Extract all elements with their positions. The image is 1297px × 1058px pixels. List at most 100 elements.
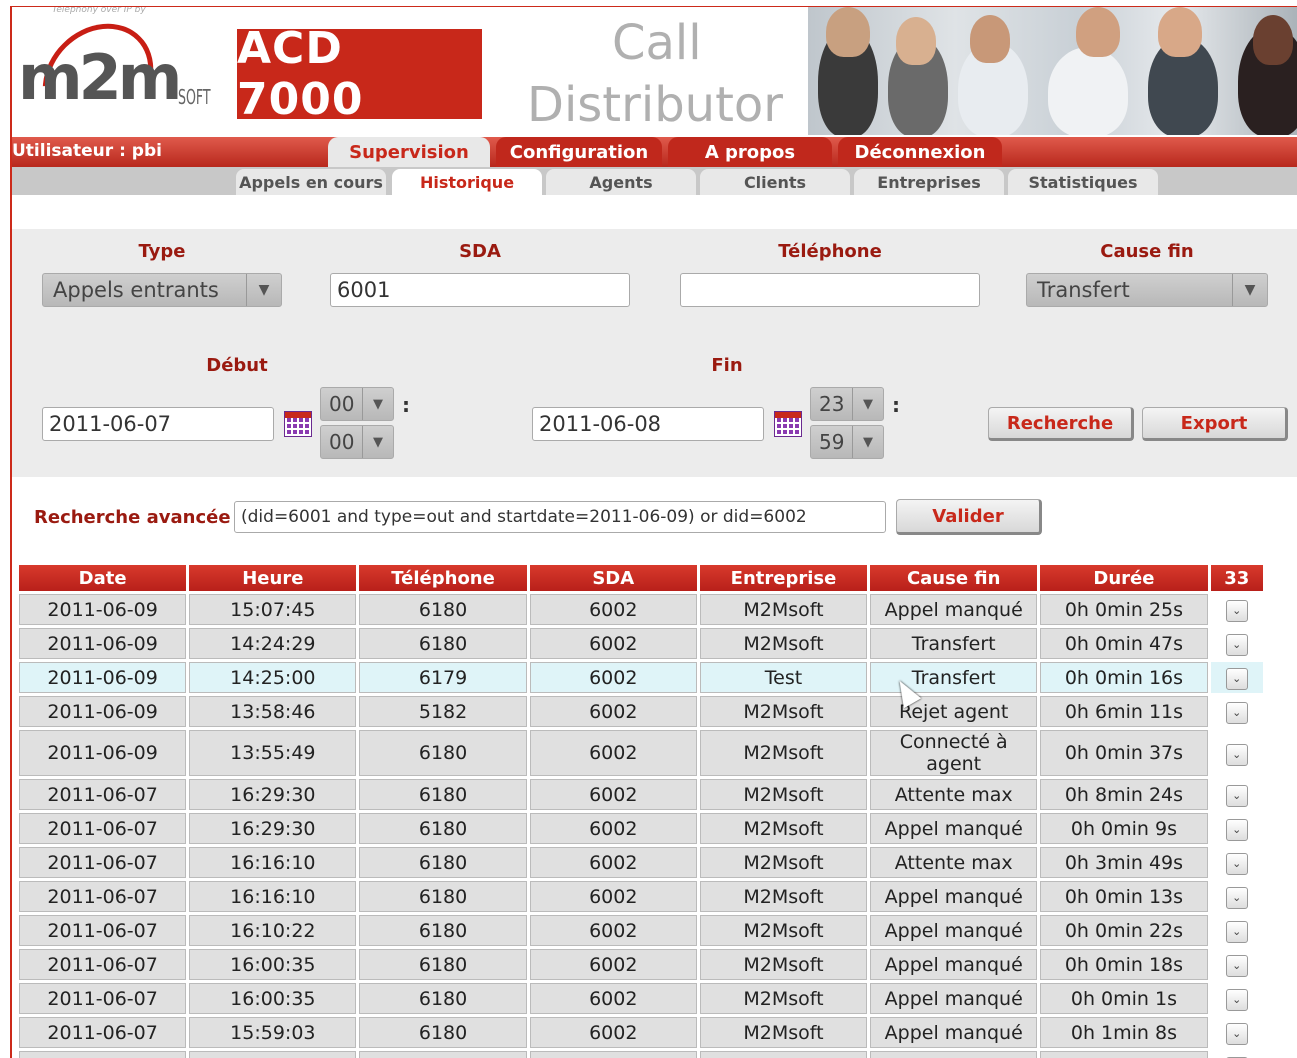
table-cell: Appel manqué: [870, 813, 1038, 844]
table-cell: 6180: [359, 730, 527, 776]
col-sda[interactable]: SDA: [529, 565, 697, 591]
debut-hour-value: 00: [329, 392, 355, 416]
table-row[interactable]: 2011-06-0715:58:4761806002M2MsoftAppel m…: [19, 1051, 1263, 1058]
advanced-search-input[interactable]: (did=6001 and type=out and startdate=201…: [234, 501, 886, 533]
dropdown-arrow-icon: ▼: [852, 388, 883, 420]
col-date[interactable]: Date: [19, 565, 187, 591]
debut-hour-select[interactable]: 00 ▼: [320, 387, 394, 421]
col-entreprise[interactable]: Entreprise: [699, 565, 868, 591]
expand-row-icon[interactable]: ⌄: [1225, 668, 1248, 690]
table-cell: 13:58:46: [189, 696, 357, 727]
table-cell: Appel manqué: [870, 983, 1038, 1014]
fin-date-input[interactable]: 2011-06-08: [532, 407, 764, 441]
table-cell: 0h 0min 9s: [1040, 813, 1208, 844]
table-cell: 6180: [359, 983, 527, 1014]
row-actions: ⌄: [1210, 881, 1263, 912]
expand-row-icon[interactable]: ⌄: [1225, 853, 1248, 875]
subtab-entreprises[interactable]: Entreprises: [854, 169, 1004, 195]
expand-row-icon[interactable]: ⌄: [1225, 702, 1248, 724]
table-row[interactable]: 2011-06-07 15:59:03 6180 6002 M2Msoft Appel m…: [19, 1017, 1263, 1048]
tagline: Telephony over IP by: [52, 6, 146, 15]
table-cell: 2011-06-07: [19, 915, 187, 946]
debut-minute-value: 00: [329, 430, 355, 454]
table-row[interactable]: 2011-06-09 14:25:00 6179 6002 Test Transfert 0…: [19, 662, 1263, 693]
table-row[interactable]: 2011-06-07 16:10:22 6180 6002 M2Msoft Appel m…: [19, 915, 1263, 946]
table-body: 2011-06-09 15:07:45 6180 6002 M2Msoft Appel m…: [19, 594, 1263, 1058]
filter-panel: Type Appels entrants ▼ SDA 6001 Téléphon…: [12, 229, 1297, 477]
expand-row-icon[interactable]: ⌄: [1225, 600, 1248, 622]
table-row[interactable]: 2011-06-07 16:29:30 6180 6002 M2Msoft Appel m…: [19, 813, 1263, 844]
table-row[interactable]: 2011-06-07 16:29:30 6180 6002 M2Msoft Attente…: [19, 779, 1263, 810]
table-row[interactable]: 2011-06-07 16:00:35 6180 6002 M2Msoft Appel m…: [19, 949, 1263, 980]
row-actions: ⌄: [1210, 813, 1263, 844]
debut-minute-select[interactable]: 00 ▼: [320, 425, 394, 459]
tab-supervision[interactable]: Supervision: [328, 137, 490, 167]
table-row[interactable]: 2011-06-09 14:24:29 6180 6002 M2Msoft Transfe…: [19, 628, 1263, 659]
table-cell: Connecté à agent: [870, 730, 1038, 776]
expand-row-icon[interactable]: ⌄: [1225, 743, 1248, 766]
search-button[interactable]: Recherche: [988, 407, 1134, 441]
expand-row-icon[interactable]: ⌄: [1225, 921, 1248, 943]
dropdown-arrow-icon: ▼: [852, 426, 883, 458]
row-actions: ⌄: [1210, 983, 1263, 1014]
fin-minute-select[interactable]: 59 ▼: [810, 425, 884, 459]
export-button[interactable]: Export: [1142, 407, 1288, 441]
telephone-input[interactable]: [680, 273, 980, 307]
table-cell: 2011-06-07: [19, 983, 187, 1014]
table-cell: Appel manqué: [870, 1051, 1038, 1058]
col-telephone[interactable]: Téléphone: [359, 565, 527, 591]
table-cell: 0h 0min 25s: [1040, 594, 1208, 625]
calendar-icon[interactable]: [774, 411, 802, 437]
table-row[interactable]: 2011-06-09 13:58:46 5182 6002 M2Msoft Rejet a…: [19, 696, 1263, 727]
subtab-historique[interactable]: Historique: [392, 169, 542, 195]
table-row[interactable]: 2011-06-07 16:16:10 6180 6002 M2Msoft Attente…: [19, 847, 1263, 878]
expand-row-icon[interactable]: ⌄: [1225, 785, 1248, 807]
tab-a-propos[interactable]: A propos: [668, 137, 832, 167]
calendar-icon[interactable]: [284, 411, 312, 437]
table-cell: M2Msoft: [699, 1051, 868, 1058]
type-select[interactable]: Appels entrants ▼: [42, 273, 282, 307]
expand-row-icon[interactable]: ⌄: [1225, 1023, 1248, 1045]
table-row[interactable]: 2011-06-07 16:16:10 6180 6002 M2Msoft Appel m…: [19, 881, 1263, 912]
call-center-photo: [808, 7, 1297, 135]
sda-input[interactable]: 6001: [330, 273, 630, 307]
cause-label: Cause fin: [1100, 241, 1194, 262]
table-cell: Appel manqué: [870, 1017, 1038, 1048]
table-cell: 16:00:35: [189, 949, 357, 980]
subtitle-line1: Call: [612, 15, 702, 71]
fin-hour-select[interactable]: 23 ▼: [810, 387, 884, 421]
table-cell: 0h 0min 22s: [1040, 915, 1208, 946]
tab-configuration[interactable]: Configuration: [496, 137, 662, 167]
subtab-appels-en-cours[interactable]: Appels en cours: [236, 169, 386, 195]
cause-select[interactable]: Transfert ▼: [1026, 273, 1268, 307]
expand-row-icon[interactable]: ⌄: [1225, 989, 1248, 1011]
table-cell: 16:29:30: [189, 779, 357, 810]
table-cell: 16:00:35: [189, 983, 357, 1014]
table-cell: M2Msoft: [699, 628, 868, 659]
table-cell: 15:59:03: [189, 1017, 357, 1048]
table-row[interactable]: 2011-06-09 13:55:49 6180 6002 M2Msoft Connect…: [19, 730, 1263, 776]
col-duree[interactable]: Durée: [1040, 565, 1208, 591]
col-cause-fin[interactable]: Cause fin: [870, 565, 1038, 591]
table-cell: 6002: [529, 949, 697, 980]
type-value: Appels entrants: [53, 278, 219, 302]
subtab-agents[interactable]: Agents: [546, 169, 696, 195]
table-cell: 2011-06-09: [19, 662, 187, 693]
validate-button[interactable]: Valider: [896, 499, 1042, 535]
tab-deconnexion[interactable]: Déconnexion: [838, 137, 1002, 167]
subtab-statistiques[interactable]: Statistiques: [1008, 169, 1158, 195]
subtab-clients[interactable]: Clients: [700, 169, 850, 195]
expand-row-icon[interactable]: ⌄: [1225, 634, 1248, 656]
table-cell: 13:55:49: [189, 730, 357, 776]
table-row[interactable]: 2011-06-09 15:07:45 6180 6002 M2Msoft Appel m…: [19, 594, 1263, 625]
expand-row-icon[interactable]: ⌄: [1225, 955, 1248, 977]
table-row[interactable]: 2011-06-07 16:00:35 6180 6002 M2Msoft Appel m…: [19, 983, 1263, 1014]
expand-row-icon[interactable]: ⌄: [1225, 819, 1248, 841]
table-cell: M2Msoft: [699, 1017, 868, 1048]
table-cell: Attente max: [870, 847, 1038, 878]
table-cell: 6179: [359, 662, 527, 693]
debut-date-input[interactable]: 2011-06-07: [42, 407, 274, 441]
col-heure[interactable]: Heure: [189, 565, 357, 591]
expand-row-icon[interactable]: ⌄: [1225, 887, 1248, 909]
sub-nav: Appels en cours Historique Agents Client…: [12, 167, 1297, 195]
